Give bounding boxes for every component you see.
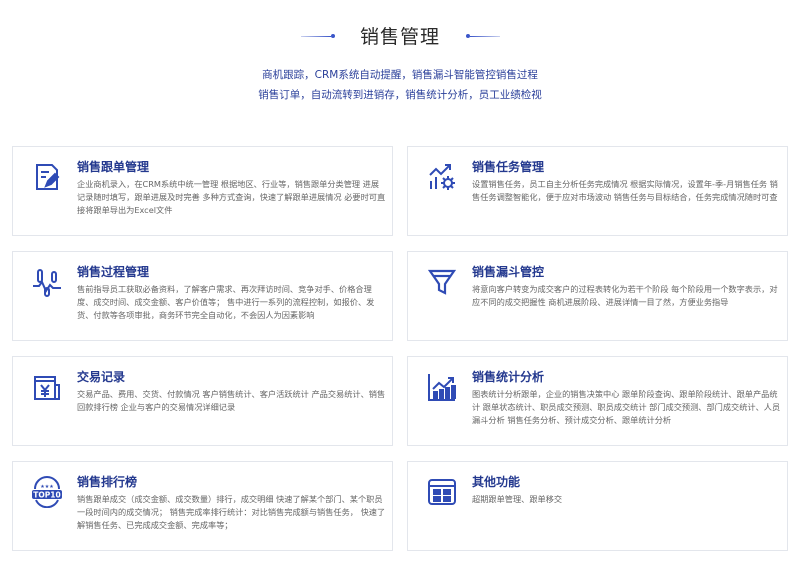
top10-badge-icon: ★★★ TOP10 xyxy=(31,476,63,508)
bar-chart-icon xyxy=(426,371,458,403)
card-title: 销售过程管理 xyxy=(77,265,150,279)
document-edit-icon xyxy=(31,161,63,193)
feature-card-transactions[interactable]: 交易记录 交易产品、费用、交货、付款情况 客户销售统计、客户活跃统计 产品交易统… xyxy=(12,356,393,446)
page-title: 销售管理 xyxy=(359,26,440,48)
card-description: 设置销售任务，员工自主分析任务完成情况 根据实际情况，设置年-季-月销售任务 销… xyxy=(472,179,778,202)
svg-text:TOP10: TOP10 xyxy=(33,491,60,500)
subtitle-line-1: 商机跟踪，CRM系统自动提醒，销售漏斗智能管控销售过程 xyxy=(262,69,538,81)
card-title: 交易记录 xyxy=(77,370,126,384)
card-description: 将意向客户转变为成交客户的过程表转化为若干个阶段 每个阶段用一个数字表示，对应不… xyxy=(472,284,778,307)
card-title: 销售统计分析 xyxy=(472,370,545,384)
feature-card-sales-funnel[interactable]: 销售漏斗管控 将意向客户转变为成交客户的过程表转化为若干个阶段 每个阶段用一个数… xyxy=(407,251,788,341)
card-title: 其他功能 xyxy=(472,475,521,489)
feature-card-sales-process[interactable]: 销售过程管理 售前指导员工获取必备资料，了解客户需求、再次拜访时间、竞争对手、价… xyxy=(12,251,393,341)
card-description: 销售跟单成交（成交金额、成交数量）排行，成交明细 快速了解某个部门、某个职员一段… xyxy=(77,494,386,530)
chart-gear-icon xyxy=(426,161,458,193)
funnel-icon xyxy=(426,266,458,298)
subtitle-line-2: 销售订单，自动流转到进销存，销售统计分析，员工业绩检视 xyxy=(258,89,542,101)
process-pulse-icon xyxy=(31,266,63,298)
card-title: 销售任务管理 xyxy=(472,160,545,174)
section-header: 销售管理 商机跟踪，CRM系统自动提醒，销售漏斗智能管控销售过程 销售订单，自动… xyxy=(0,0,800,120)
title-decoration-right xyxy=(466,34,500,38)
card-description: 图表统计分析跟单，企业的销售决策中心 跟单阶段查询、跟单阶段统计、跟单产品统计 … xyxy=(472,389,781,425)
app-grid-icon xyxy=(426,476,458,508)
card-title: 销售排行榜 xyxy=(77,475,138,489)
feature-card-other-functions[interactable]: 其他功能 超期跟单管理、跟单移交 xyxy=(407,461,788,551)
svg-text:★★★: ★★★ xyxy=(40,484,54,490)
feature-card-sales-ranking[interactable]: ★★★ TOP10 销售排行榜 销售跟单成交（成交金额、成交数量）排行，成交明细… xyxy=(12,461,393,551)
yuan-document-icon xyxy=(31,371,63,403)
feature-card-sales-statistics[interactable]: 销售统计分析 图表统计分析跟单，企业的销售决策中心 跟单阶段查询、跟单阶段统计、… xyxy=(407,356,788,446)
card-description: 售前指导员工获取必备资料，了解客户需求、再次拜访时间、竞争对手、价格合理度、成交… xyxy=(77,284,375,320)
feature-card-sales-tracking[interactable]: 销售跟单管理 企业商机录入，在CRM系统中统一管理 根据地区、行业等，销售跟单分… xyxy=(12,146,393,236)
feature-card-sales-tasks[interactable]: 销售任务管理 设置销售任务，员工自主分析任务完成情况 根据实际情况，设置年-季-… xyxy=(407,146,788,236)
card-description: 企业商机录入，在CRM系统中统一管理 根据地区、行业等，销售跟单分类管理 进展记… xyxy=(77,179,386,215)
card-description: 超期跟单管理、跟单移交 xyxy=(472,494,563,504)
card-title: 销售跟单管理 xyxy=(77,160,150,174)
card-title: 销售漏斗管控 xyxy=(472,265,545,279)
card-description: 交易产品、费用、交货、付款情况 客户销售统计、客户活跃统计 产品交易统计、销售回… xyxy=(77,389,386,412)
